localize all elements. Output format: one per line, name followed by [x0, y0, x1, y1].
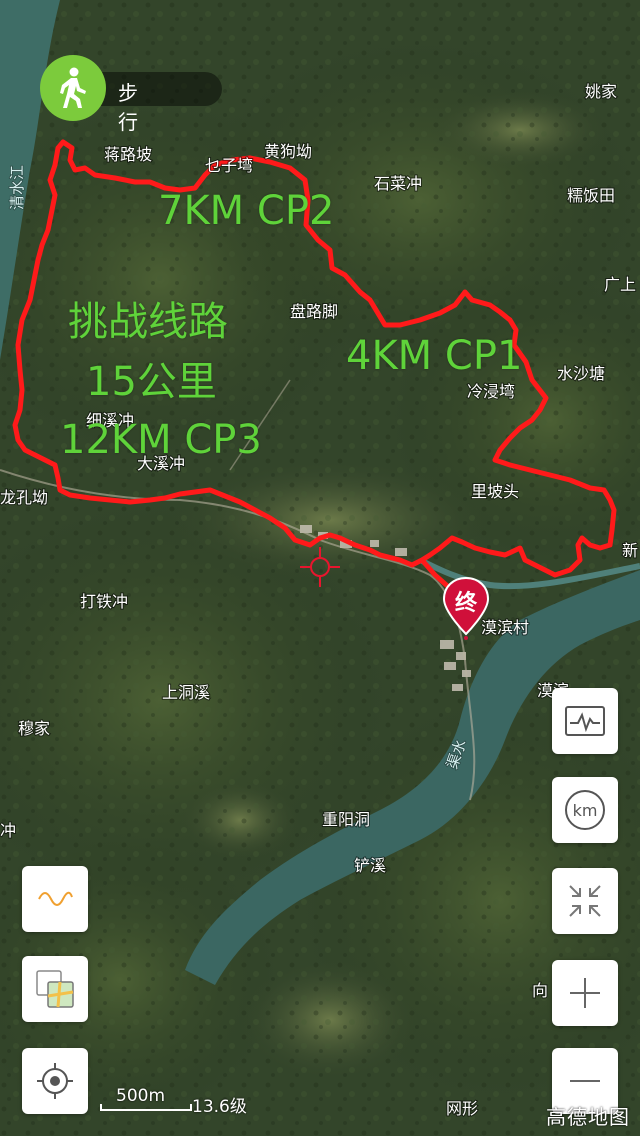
zoom-out-icon — [570, 1080, 600, 1082]
travel-mode-label: 步行 — [118, 81, 138, 134]
label-kongao: 龙孔坳 — [0, 488, 48, 507]
layers-icon — [36, 970, 74, 1008]
brand-logo: 高德地图 — [546, 1105, 630, 1129]
km-marker-button[interactable]: km — [552, 777, 618, 843]
label-chongyangdong: 重阳洞 — [322, 810, 370, 829]
label-yaojia: 姚家 — [585, 82, 617, 101]
label-shangdongxi: 上洞溪 — [162, 683, 210, 702]
altitude-chart-button[interactable] — [552, 688, 618, 754]
route-length: 15公里 — [86, 359, 217, 405]
collapse-icon — [569, 885, 601, 917]
walking-person-icon — [60, 67, 86, 108]
checkpoint-2-label: 7KM CP2 — [158, 188, 335, 234]
label-wangxing: 网形 — [446, 1099, 478, 1118]
locate-icon — [37, 1063, 73, 1099]
route-line-icon — [38, 891, 73, 906]
label-huanggouao: 黄狗坳 — [264, 142, 312, 161]
checkpoint-3-label: 12KM CP3 — [60, 417, 262, 463]
label-datiechong: 打铁冲 — [80, 592, 128, 611]
zoom-level: 13.6级 — [192, 1097, 247, 1117]
collapse-button[interactable] — [552, 868, 618, 934]
scale-distance: 500m — [116, 1086, 166, 1106]
end-marker-label: 终 — [454, 591, 477, 616]
label-mujia: 穆家 — [18, 719, 50, 738]
label-shicaichong: 石菜冲 — [374, 174, 422, 193]
end-marker[interactable]: 终 — [440, 576, 492, 640]
zoom-in-icon — [570, 978, 600, 1008]
svg-text:km: km — [573, 801, 598, 820]
satellite-map[interactable]: 姚家 蒋路坡 黄狗坳 乜子塆 石菜冲 糯饭田 广上 盘路脚 水沙塘 冷浸塆 细溪… — [0, 0, 640, 1136]
route-title: 挑战线路 — [68, 299, 228, 345]
label-qingshuijiang: 清水江 — [8, 165, 26, 210]
locate-button[interactable] — [22, 1048, 88, 1114]
walking-mode-button[interactable] — [40, 55, 106, 121]
label-chong: 冲 — [0, 821, 16, 840]
label-ziwan: 乜子塆 — [205, 156, 253, 175]
label-zhengxi: 铲溪 — [354, 856, 386, 875]
zoom-in-button[interactable] — [552, 960, 618, 1026]
route-line-button[interactable] — [22, 866, 88, 932]
label-xiang: 向 — [532, 981, 548, 1000]
checkpoint-1-label: 4KM CP1 — [346, 333, 523, 379]
label-xin: 新 — [622, 541, 638, 560]
label-guangshang: 广上 — [604, 275, 636, 294]
label-lipotou: 里坡头 — [471, 482, 519, 501]
label-lengjinwan: 冷浸塆 — [467, 382, 515, 401]
label-nuofantian: 糯饭田 — [567, 186, 615, 205]
label-shuishatang: 水沙塘 — [557, 364, 605, 383]
label-panlujiao: 盘路脚 — [290, 302, 338, 321]
km-icon: km — [565, 790, 605, 830]
altitude-chart-icon — [565, 706, 605, 736]
label-jianglupo: 蒋路坡 — [104, 145, 152, 164]
layers-button[interactable] — [22, 956, 88, 1022]
